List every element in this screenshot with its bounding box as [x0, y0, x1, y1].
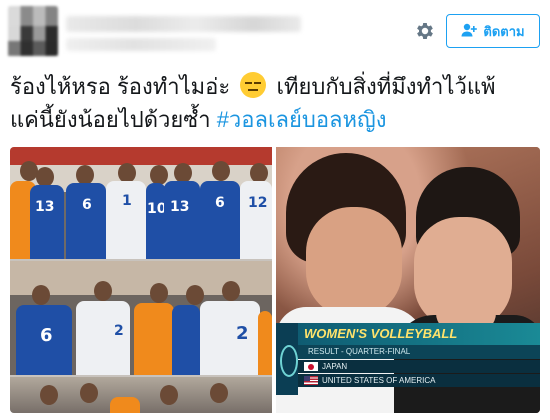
tweet-text: ร้องไห้หรอ ร้องทำไมอ่ะ เทียบกับสิ่งที่มึ…: [10, 70, 540, 136]
broadcast-logo: [276, 323, 298, 395]
tweet-text-part: ร้องไห้หรอ ร้องทำไมอ่ะ: [10, 74, 231, 99]
tweet-media: 13 6 1 10 13 6 12 6 2 2 WOMEN'S VOLLEYBA…: [10, 147, 540, 413]
jersey-number: 2: [114, 323, 124, 339]
tweet-card: ติดตาม ร้องไห้หรอ ร้องทำไมอ่ะ เทียบกับสิ…: [0, 0, 550, 420]
scoreboard-team-row: UNITED STATES OF AMERICA: [298, 374, 540, 387]
team-name: JAPAN: [322, 362, 348, 371]
japan-flag-icon: [304, 362, 318, 371]
jersey-number: 1: [122, 193, 132, 209]
photo-players-crying[interactable]: WOMEN'S VOLLEYBALL RESULT - QUARTER-FINA…: [276, 147, 540, 413]
photo-panel: [10, 377, 272, 413]
scoreboard-title: WOMEN'S VOLLEYBALL: [298, 323, 540, 345]
jersey-number: 6: [82, 197, 92, 213]
jersey-number: 6: [40, 325, 53, 346]
tweet-text-part: แค่นี้ยังน้อยไปด้วยซ้ำ: [10, 107, 211, 132]
add-user-icon: [461, 23, 478, 40]
broadcast-scoreboard: WOMEN'S VOLLEYBALL RESULT - QUARTER-FINA…: [276, 323, 540, 395]
avatar[interactable]: [8, 6, 58, 56]
usa-flag-icon: [304, 376, 318, 385]
unamused-face-icon: [240, 72, 267, 98]
jersey-number: 2: [236, 323, 249, 344]
jersey-number: 13: [170, 199, 190, 215]
scoreboard-subtitle: RESULT - QUARTER-FINAL: [298, 345, 540, 359]
photo-team-collage[interactable]: 13 6 1 10 13 6 12 6 2 2: [10, 147, 272, 413]
gear-icon[interactable]: [414, 20, 436, 42]
hashtag-link[interactable]: #วอลเลย์บอลหญิง: [217, 107, 387, 132]
team-name: UNITED STATES OF AMERICA: [322, 376, 436, 385]
jersey-number: 13: [35, 199, 55, 215]
follow-label: ติดตาม: [483, 23, 525, 39]
tweet-line-2: แค่นี้ยังน้อยไปด้วยซ้ำ #วอลเลย์บอลหญิง: [10, 103, 540, 136]
jersey-number: 12: [248, 195, 268, 211]
follow-button[interactable]: ติดตาม: [446, 14, 540, 48]
blurred-username[interactable]: [66, 38, 216, 51]
tweet-line-1: ร้องไห้หรอ ร้องทำไมอ่ะ เทียบกับสิ่งที่มึ…: [10, 70, 540, 103]
scoreboard-team-row: JAPAN: [298, 360, 540, 373]
tweet-text-part: เทียบกับสิ่งที่มึงทำไว้แพ้: [276, 74, 496, 99]
photo-panel: 13 6 1 10 13 6 12: [10, 147, 272, 259]
jersey-number: 6: [215, 195, 225, 211]
photo-panel: 6 2 2: [10, 261, 272, 375]
blurred-display-name[interactable]: [66, 16, 301, 32]
